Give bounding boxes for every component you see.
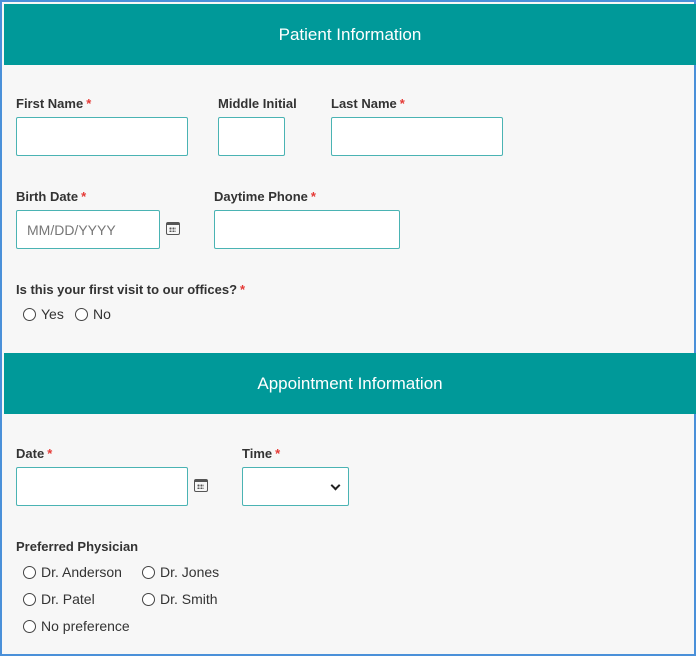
chevron-down-icon — [330, 480, 341, 491]
required-mark: * — [399, 96, 405, 111]
radio-icon[interactable] — [23, 307, 36, 321]
first-name-label: First Name * — [16, 96, 91, 111]
patient-information-header: Patient Information — [4, 4, 696, 65]
physician-option-smith[interactable]: Dr. Smith — [142, 591, 218, 607]
required-mark: * — [240, 282, 246, 297]
first-visit-yes-label: Yes — [41, 306, 64, 322]
date-label-text: Date — [16, 446, 45, 461]
physician-option-label: No preference — [41, 618, 130, 634]
first-visit-no-option[interactable]: No — [75, 306, 111, 322]
radio-icon[interactable] — [23, 565, 36, 579]
appointment-information-title: Appointment Information — [257, 373, 443, 393]
first-name-label-text: First Name — [16, 96, 84, 111]
physician-option-anderson[interactable]: Dr. Anderson — [23, 564, 122, 580]
first-visit-no-label: No — [93, 306, 111, 322]
birth-date-label: Birth Date * — [16, 189, 86, 204]
physician-option-label: Dr. Smith — [160, 591, 218, 607]
time-label: Time * — [242, 446, 280, 461]
appointment-information-header: Appointment Information — [4, 353, 696, 414]
last-name-label: Last Name * — [331, 96, 405, 111]
physician-option-label: Dr. Patel — [41, 591, 95, 607]
required-mark: * — [86, 96, 92, 111]
first-visit-question: Is this your first visit to our offices?… — [16, 282, 245, 297]
physician-option-label: Dr. Anderson — [41, 564, 122, 580]
required-mark: * — [47, 446, 53, 461]
radio-icon[interactable] — [23, 592, 36, 606]
form-frame: Patient Information First Name * Middle I… — [0, 0, 696, 656]
time-label-text: Time — [242, 446, 273, 461]
last-name-label-text: Last Name — [331, 96, 397, 111]
birth-date-label-text: Birth Date — [16, 189, 79, 204]
daytime-phone-input[interactable] — [214, 210, 400, 249]
appointment-date-input[interactable] — [16, 467, 188, 506]
required-mark: * — [81, 189, 87, 204]
required-mark: * — [275, 446, 281, 461]
calendar-icon[interactable] — [166, 222, 180, 235]
radio-icon[interactable] — [75, 307, 88, 321]
radio-icon[interactable] — [23, 619, 36, 633]
daytime-phone-label: Daytime Phone * — [214, 189, 316, 204]
physician-option-patel[interactable]: Dr. Patel — [23, 591, 95, 607]
preferred-physician-label-text: Preferred Physician — [16, 539, 139, 554]
radio-icon[interactable] — [142, 565, 155, 579]
first-name-input[interactable] — [16, 117, 188, 156]
birth-date-input[interactable] — [16, 210, 160, 249]
first-visit-question-text: Is this your first visit to our offices? — [16, 282, 238, 297]
physician-option-no-preference[interactable]: No preference — [23, 618, 130, 634]
preferred-physician-label: Preferred Physician — [16, 539, 138, 554]
daytime-phone-label-text: Daytime Phone — [214, 189, 308, 204]
last-name-input[interactable] — [331, 117, 503, 156]
physician-option-jones[interactable]: Dr. Jones — [142, 564, 219, 580]
radio-icon[interactable] — [142, 592, 155, 606]
date-label: Date * — [16, 446, 52, 461]
time-select[interactable] — [242, 467, 349, 506]
required-mark: * — [310, 189, 316, 204]
calendar-icon[interactable] — [194, 479, 208, 492]
first-visit-yes-option[interactable]: Yes — [23, 306, 64, 322]
middle-initial-label: Middle Initial — [218, 96, 297, 111]
physician-option-label: Dr. Jones — [160, 564, 220, 580]
middle-initial-label-text: Middle Initial — [218, 96, 297, 111]
middle-initial-input[interactable] — [218, 117, 285, 156]
patient-information-title: Patient Information — [278, 24, 422, 44]
